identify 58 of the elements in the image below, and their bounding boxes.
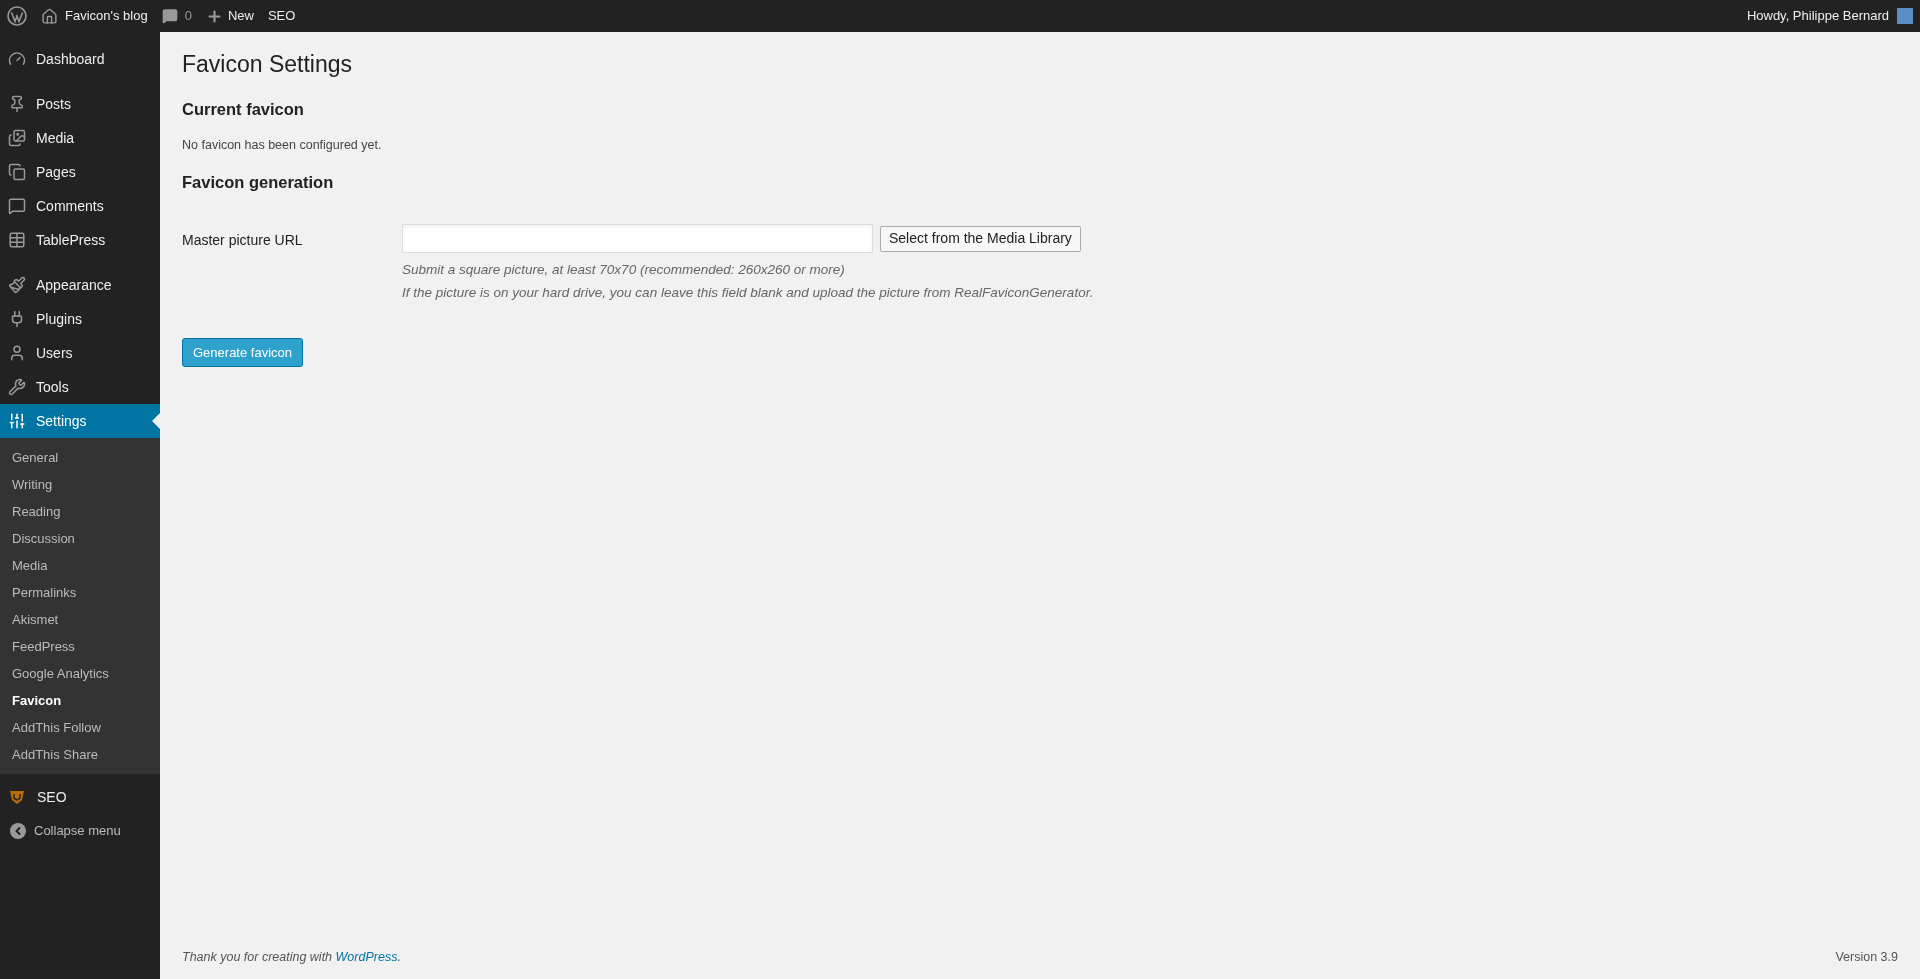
sliders-icon bbox=[8, 412, 26, 430]
footer-text: Thank you for creating with WordPress. bbox=[182, 949, 401, 967]
menu-item[interactable]: SEO bbox=[0, 780, 160, 814]
media-library-button[interactable]: Select from the Media Library bbox=[880, 225, 1081, 252]
menu-item[interactable]: Appearance bbox=[0, 268, 160, 302]
submenu-item[interactable]: AddThis Follow bbox=[0, 714, 160, 741]
pages-icon bbox=[8, 163, 26, 181]
site-link[interactable]: Favicon's blog bbox=[41, 6, 148, 26]
field-label: Master picture URL bbox=[182, 231, 304, 251]
pin-icon bbox=[8, 95, 26, 113]
avatar-icon bbox=[1897, 8, 1913, 24]
speech-bubble-icon bbox=[8, 197, 26, 215]
version-text: Version 3.9 bbox=[1835, 949, 1898, 967]
submenu-item[interactable]: Reading bbox=[0, 498, 160, 525]
account-link[interactable]: Howdy, Philippe Bernard bbox=[1746, 6, 1913, 26]
submenu-item[interactable]: Akismet bbox=[0, 606, 160, 633]
current-pointer-icon bbox=[152, 413, 160, 429]
page-title: Favicon Settings bbox=[182, 50, 354, 79]
hint-text: Submit a square picture, at least 70x70 (recommended: 260x260 or more) bbox=[402, 261, 846, 280]
status-text: No favicon has been configured yet. bbox=[182, 136, 383, 154]
seo-link[interactable]: SEO bbox=[267, 6, 296, 26]
submenu-item[interactable]: Discussion bbox=[0, 525, 160, 552]
wrench-icon bbox=[8, 378, 26, 396]
paintbrush-icon bbox=[8, 276, 26, 294]
submenu-item[interactable]: Google Analytics bbox=[0, 660, 160, 687]
menu-item[interactable]: Media bbox=[0, 121, 160, 155]
menu-item[interactable]: Comments bbox=[0, 189, 160, 223]
menu-item[interactable]: Settings bbox=[0, 404, 160, 438]
submenu-item[interactable]: Permalinks bbox=[0, 579, 160, 606]
menu-item[interactable]: Dashboard bbox=[0, 42, 160, 76]
images-icon bbox=[8, 129, 26, 147]
user-icon bbox=[8, 344, 26, 362]
collapse-menu-button[interactable]: Collapse menu bbox=[0, 814, 121, 848]
menu-item[interactable]: Tools bbox=[0, 370, 160, 404]
gauge-icon bbox=[8, 50, 26, 68]
url-input-field[interactable] bbox=[402, 224, 873, 254]
seo-plugin-icon bbox=[9, 789, 25, 805]
menu-item[interactable]: Users bbox=[0, 336, 160, 370]
plus-icon bbox=[205, 7, 223, 25]
submenu-item[interactable]: General bbox=[0, 444, 160, 471]
section-heading: Favicon generation bbox=[182, 171, 335, 193]
home-icon bbox=[41, 7, 58, 25]
comments-link[interactable]: 0 bbox=[161, 6, 192, 26]
section-heading: Current favicon bbox=[182, 99, 305, 120]
hint-text: If the picture is on your hard drive, you can leave this field blank and upload the picture from RealFaviconGenerator. bbox=[402, 283, 1094, 302]
submenu-item[interactable]: Media bbox=[0, 552, 160, 579]
menu-item[interactable]: TablePress bbox=[0, 223, 160, 257]
menu-item[interactable]: Plugins bbox=[0, 302, 160, 336]
submenu-item[interactable]: FeedPress bbox=[0, 633, 160, 660]
wordpress-logo-icon[interactable] bbox=[7, 6, 27, 26]
menu-item[interactable]: Posts bbox=[0, 87, 160, 121]
submenu-item[interactable]: AddThis Share bbox=[0, 741, 160, 768]
new-link[interactable]: New bbox=[205, 6, 254, 26]
table-icon bbox=[8, 231, 26, 249]
menu-item[interactable]: Pages bbox=[0, 155, 160, 189]
submenu-item[interactable]: Favicon bbox=[0, 687, 160, 714]
speech-bubble-icon bbox=[161, 8, 178, 24]
submenu-item[interactable]: Writing bbox=[0, 471, 160, 498]
